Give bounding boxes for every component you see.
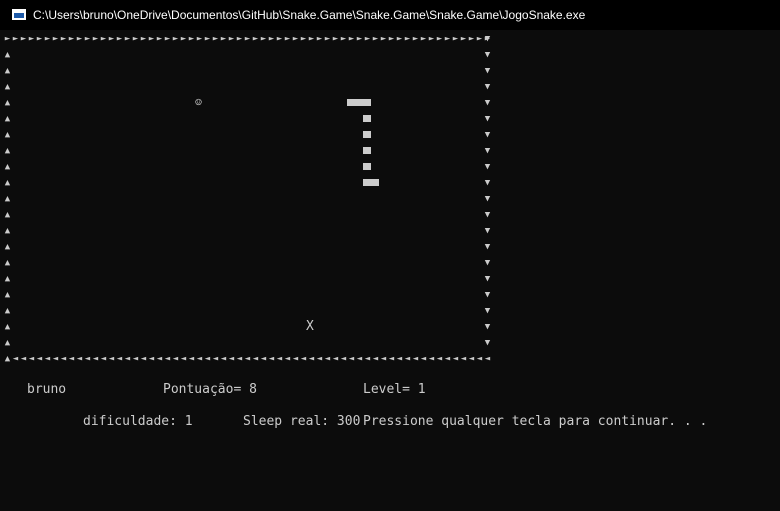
border-left-arrow: ▲ — [4, 306, 11, 316]
window-title: C:\Users\bruno\OneDrive\Documentos\GitHu… — [33, 8, 586, 22]
border-right-arrow: ▼ — [484, 210, 491, 220]
console-window-icon — [12, 9, 26, 20]
border-right-arrow: ▼ — [484, 130, 491, 140]
food-item: ☺ — [195, 96, 202, 109]
title-bar[interactable]: C:\Users\bruno\OneDrive\Documentos\GitHu… — [0, 0, 780, 30]
snake-segment — [363, 147, 371, 154]
border-right-arrow: ▼ — [484, 274, 491, 284]
snake-segment — [363, 131, 371, 138]
border-left-arrow: ▲ — [4, 258, 11, 268]
border-left-arrow: ▲ — [4, 178, 11, 188]
difficulty-text: dificuldade: 1 — [83, 414, 193, 429]
snake-segment — [363, 115, 371, 122]
border-left-arrow: ▲ — [4, 242, 11, 252]
level-text: Level= 1 — [363, 382, 426, 397]
obstacle-x: X — [306, 319, 314, 334]
border-bottom-arrow: ◄ — [484, 354, 491, 364]
border-left-arrow: ▲ — [4, 66, 11, 76]
border-right-arrow: ▼ — [484, 146, 491, 156]
border-right-arrow: ▼ — [484, 226, 491, 236]
border-right-arrow: ▼ — [484, 178, 491, 188]
border-right-arrow: ▼ — [484, 66, 491, 76]
border-left-arrow: ▲ — [4, 130, 11, 140]
snake-head — [363, 179, 379, 186]
border-left-arrow: ▲ — [4, 146, 11, 156]
border-left-arrow: ▲ — [4, 210, 11, 220]
border-right-arrow: ▼ — [484, 290, 491, 300]
border-left-arrow: ▲ — [4, 290, 11, 300]
border-right-arrow: ▼ — [484, 50, 491, 60]
player-name: bruno — [27, 382, 67, 397]
border-right-arrow: ▼ — [484, 258, 491, 268]
border-right-arrow: ▼ — [484, 306, 491, 316]
score-text: Pontuação= 8 — [163, 382, 257, 397]
border-left-arrow: ▲ — [4, 50, 11, 60]
console-area: ► ► ► ► ► ► ► ► ► ► ► ► ► ► ► ► ► ► ► ► ► ► ► ► ► ► ► ► ► ► ► ► ► ► ► ► ► ► ► ►… — [0, 30, 780, 511]
snake-segment — [347, 99, 371, 106]
snake-segment — [363, 163, 371, 170]
border-left-arrow: ▲ — [4, 162, 11, 172]
border-left-arrow: ▲ — [4, 274, 11, 284]
border-right-arrow: ▼ — [484, 34, 491, 44]
border-right-arrow: ▼ — [484, 82, 491, 92]
border-left-arrow: ▲ — [4, 194, 11, 204]
sleep-text: Sleep real: 300 — [243, 414, 361, 429]
continue-prompt: Pressione qualquer tecla para continuar.… — [363, 414, 708, 429]
border-right-arrow: ▼ — [484, 162, 491, 172]
border-left-arrow: ▲ — [4, 114, 11, 124]
border-right-arrow: ▼ — [484, 242, 491, 252]
border-left-arrow: ▲ — [4, 226, 11, 236]
border-right-arrow: ▼ — [484, 322, 491, 332]
border-right-arrow: ▼ — [484, 338, 491, 348]
border-left-arrow: ▲ — [4, 98, 11, 108]
border-right-arrow: ▼ — [484, 114, 491, 124]
border-left-arrow: ▲ — [4, 82, 11, 92]
border-left-arrow: ▲ — [4, 338, 11, 348]
border-left-arrow: ▲ — [4, 322, 11, 332]
border-right-arrow: ▼ — [484, 194, 491, 204]
border-right-arrow: ▼ — [484, 98, 491, 108]
